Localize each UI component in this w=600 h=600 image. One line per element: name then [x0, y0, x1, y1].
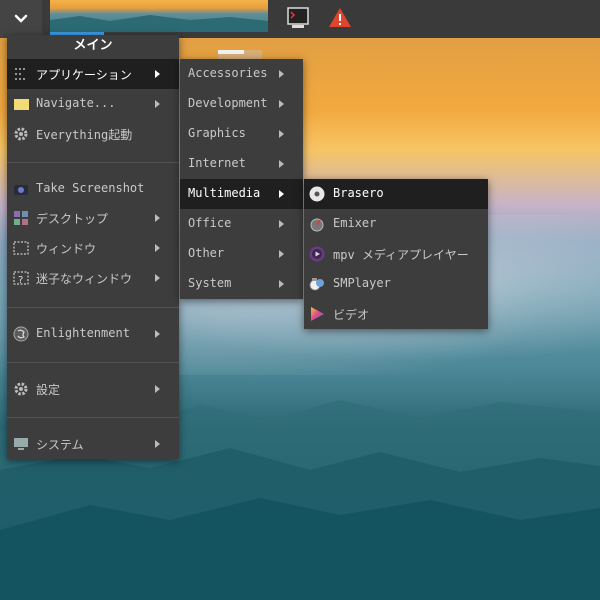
menu-item-label: Accessories	[188, 66, 268, 80]
menu-separator	[7, 307, 179, 308]
pager-wallpaper	[50, 15, 268, 32]
chevron-right-icon	[155, 244, 160, 252]
category-accessories[interactable]: Accessories	[180, 59, 303, 89]
menu-item-label: アプリケーション	[36, 68, 132, 82]
menu-item-window[interactable]: ウィンドウ	[7, 233, 179, 263]
app-brasero[interactable]: Brasero	[304, 179, 488, 209]
app-mpv[interactable]: mpv メディアプレイヤー	[304, 239, 488, 269]
chevron-right-icon	[155, 100, 160, 108]
top-shelf	[0, 0, 600, 38]
chevron-right-icon	[155, 70, 160, 78]
chevron-right-icon	[279, 250, 284, 258]
menu-item-label: Development	[188, 96, 268, 110]
chevron-right-icon	[279, 220, 284, 228]
chevron-right-icon	[155, 330, 160, 338]
disc-icon	[309, 186, 325, 202]
menu-item-label: ウィンドウ	[36, 242, 97, 256]
menu-item-label: Other	[188, 246, 225, 260]
menu-item-desktop[interactable]: デスクトップ	[7, 203, 179, 233]
menu-item-label: 設定	[36, 383, 61, 397]
warning-icon[interactable]	[328, 6, 352, 30]
chevron-right-icon	[155, 274, 160, 282]
terminal-icon[interactable]	[286, 6, 310, 30]
menu-item-lost-windows[interactable]: ? 迷子なウィンドウ	[7, 263, 179, 293]
app-emixer[interactable]: Emixer	[304, 209, 488, 239]
menu-item-label: Enlightenment	[36, 326, 130, 340]
svg-text:?: ?	[18, 275, 23, 286]
camera-icon	[14, 185, 28, 195]
menu-item-label: システム	[36, 438, 84, 452]
enlightenment-icon	[13, 326, 29, 342]
applications-submenu: Accessories Development Graphics Interne…	[180, 59, 303, 299]
chevron-right-icon	[155, 214, 160, 222]
category-multimedia[interactable]: Multimedia	[180, 179, 303, 209]
menu-item-label: System	[188, 276, 232, 290]
app-video[interactable]: ビデオ	[304, 299, 488, 329]
menu-item-everything[interactable]: Everything起動	[7, 119, 179, 149]
chevron-right-icon	[279, 70, 284, 78]
category-graphics[interactable]: Graphics	[180, 119, 303, 149]
chevron-right-icon	[279, 100, 284, 108]
menu-item-label: Graphics	[188, 126, 246, 140]
gear-icon	[14, 382, 28, 396]
menu-item-enlightenment[interactable]: Enlightenment	[7, 319, 179, 349]
chevron-right-icon	[279, 280, 284, 288]
menu-item-label: Navigate...	[36, 96, 116, 110]
chevron-right-icon	[279, 190, 284, 198]
multimedia-submenu: Brasero Emixer mpv メディアプレイヤー SMPlayer ビデ…	[304, 179, 488, 329]
mixer-icon	[310, 218, 324, 232]
category-internet[interactable]: Internet	[180, 149, 303, 179]
main-menu-title: メイン	[73, 38, 113, 53]
menu-item-applications[interactable]: アプリケーション	[7, 59, 179, 89]
chevron-down-icon	[14, 14, 28, 23]
menu-item-label: Brasero	[333, 186, 384, 200]
menu-item-label: Office	[188, 216, 232, 230]
app-smplayer[interactable]: SMPlayer	[304, 269, 488, 299]
video-play-icon	[311, 307, 324, 321]
menu-item-label: SMPlayer	[333, 276, 391, 290]
gear-icon	[14, 127, 28, 141]
lost-window-icon: ?	[13, 271, 29, 286]
chevron-right-icon	[155, 440, 160, 448]
menu-item-label: mpv メディアプレイヤー	[333, 248, 469, 262]
main-menu: メイン アプリケーション Navigate... Everything起動 Ta…	[7, 35, 179, 459]
menu-item-label: Internet	[188, 156, 246, 170]
menu-item-label: デスクトップ	[36, 212, 109, 226]
folder-icon	[14, 99, 29, 110]
menu-item-system[interactable]: システム	[7, 429, 179, 459]
category-development[interactable]: Development	[180, 89, 303, 119]
main-menu-button[interactable]	[0, 0, 42, 38]
category-office[interactable]: Office	[180, 209, 303, 239]
menu-item-take-screenshot[interactable]: Take Screenshot	[7, 174, 179, 204]
menu-separator	[7, 362, 179, 363]
menu-separator	[7, 162, 179, 163]
menu-item-settings[interactable]: 設定	[7, 374, 179, 404]
applications-icon	[15, 68, 27, 80]
menu-item-label: Everything起動	[36, 128, 133, 142]
mpv-icon	[309, 246, 325, 262]
chevron-right-icon	[155, 385, 160, 393]
menu-item-label: Emixer	[333, 216, 377, 230]
menu-item-label: Multimedia	[188, 186, 261, 200]
desktop-icon	[14, 211, 28, 225]
menu-item-label: ビデオ	[333, 308, 370, 322]
category-system[interactable]: System	[180, 269, 303, 299]
category-other[interactable]: Other	[180, 239, 303, 269]
chevron-right-icon	[279, 160, 284, 168]
window-icon	[13, 241, 29, 255]
menu-item-label: Take Screenshot	[36, 181, 145, 195]
smplayer-icon	[309, 278, 324, 291]
chevron-right-icon	[279, 130, 284, 138]
menu-item-label: 迷子なウィンドウ	[36, 272, 133, 286]
monitor-icon	[14, 438, 28, 450]
desktop-pager[interactable]	[50, 0, 268, 32]
menu-separator	[7, 417, 179, 418]
menu-item-navigate[interactable]: Navigate...	[7, 89, 179, 119]
